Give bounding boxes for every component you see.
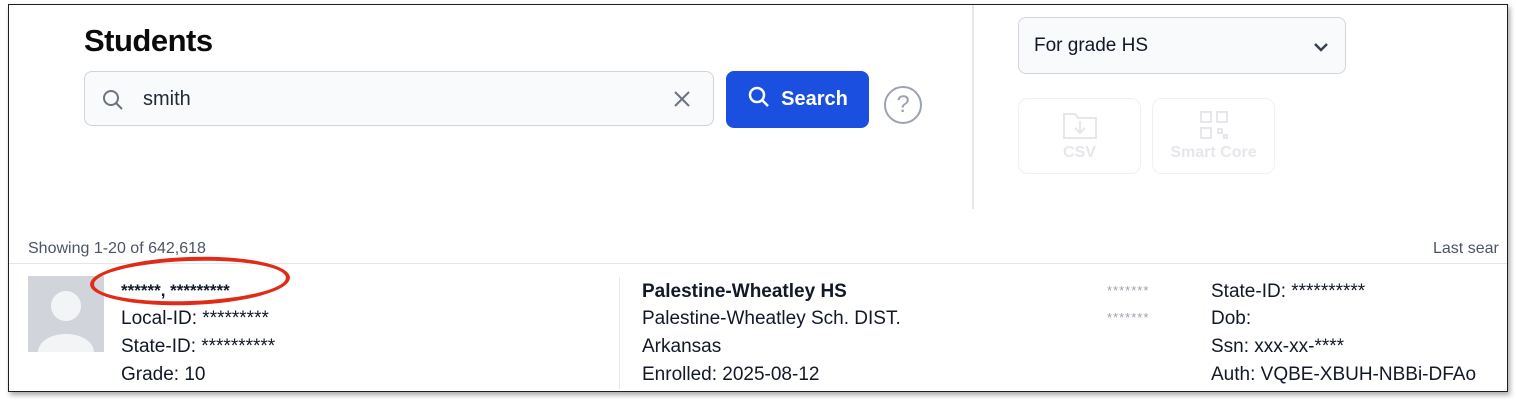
student-ssn: Ssn: xxx-xx-**** xyxy=(1211,336,1345,357)
page-title: Students xyxy=(84,23,213,58)
state-name: Arkansas xyxy=(642,336,722,357)
grade-select[interactable]: For grade HS xyxy=(1018,17,1346,74)
avatar xyxy=(28,276,104,352)
csv-button-label: CSV xyxy=(1063,144,1096,161)
school-name: Palestine-Wheatley HS xyxy=(642,281,847,302)
district-name: Palestine-Wheatley Sch. DIST. xyxy=(642,308,901,329)
vertical-divider xyxy=(972,5,974,209)
csv-button[interactable]: CSV xyxy=(1018,98,1141,174)
student-name[interactable]: ******, ********* xyxy=(121,281,230,301)
search-field[interactable] xyxy=(84,71,714,126)
clear-icon[interactable] xyxy=(673,90,691,113)
smart-core-button-label: Smart Core xyxy=(1170,144,1257,161)
search-input[interactable] xyxy=(141,82,645,116)
student-auth: Auth: VQBE-XBUH-NBBi-DFAo xyxy=(1211,364,1477,385)
search-button[interactable]: Search xyxy=(726,71,869,128)
student-dob: Dob: xyxy=(1211,308,1252,329)
search-icon xyxy=(101,88,125,117)
enrolled-date: Enrolled: 2025-08-12 xyxy=(642,364,820,385)
last-search-label: Last sear xyxy=(1433,240,1499,257)
qr-code-icon xyxy=(1198,109,1230,146)
app-frame: Students Search ? For grade HS xyxy=(8,4,1508,392)
smart-core-button[interactable]: Smart Core xyxy=(1152,98,1275,174)
column-divider xyxy=(619,277,620,389)
chevron-down-icon xyxy=(1313,40,1329,58)
student-local-id: Local-ID: ********* xyxy=(121,308,269,329)
search-icon xyxy=(747,85,771,115)
header-divider xyxy=(9,263,1507,264)
results-count: Showing 1-20 of 642,618 xyxy=(28,240,206,257)
student-state-id-detail: State-ID: ********** xyxy=(1211,281,1366,302)
masked-value: ******* xyxy=(1107,283,1150,298)
masked-value: ******* xyxy=(1107,310,1150,325)
student-state-id: State-ID: ********** xyxy=(121,336,276,357)
grade-select-value: For grade HS xyxy=(1034,35,1149,56)
folder-download-icon xyxy=(1062,109,1098,146)
search-button-label: Search xyxy=(781,88,848,110)
help-button[interactable]: ? xyxy=(884,86,922,124)
student-grade: Grade: 10 xyxy=(121,364,206,385)
